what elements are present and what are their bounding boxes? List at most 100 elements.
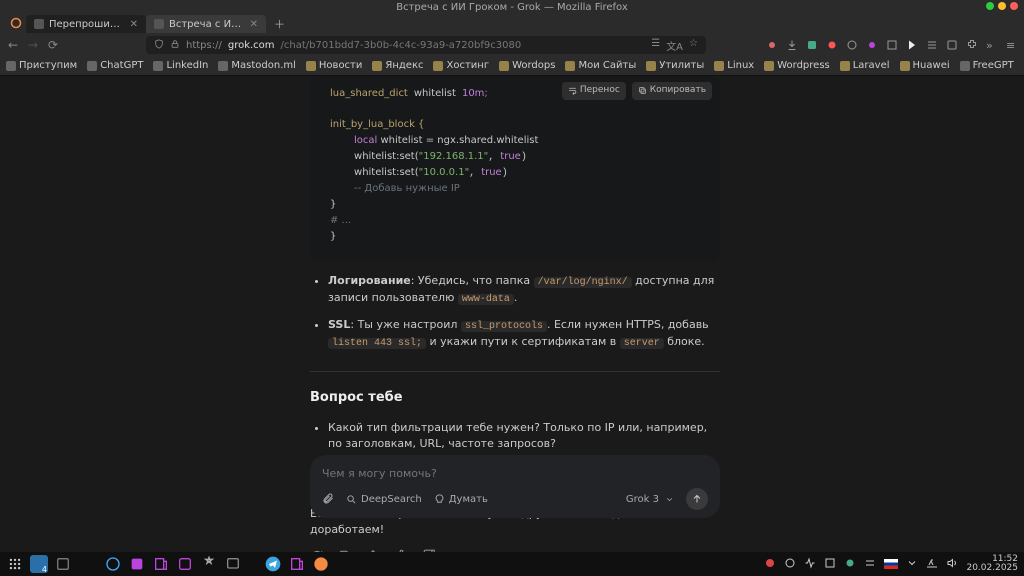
bookmark-label: Huawei — [913, 60, 950, 71]
code-content[interactable]: lua_shared_dict whitelist 10m; init_by_l… — [310, 80, 720, 251]
telegram-icon[interactable] — [264, 555, 282, 573]
taskbar-app-icon[interactable] — [104, 555, 122, 573]
bookmark-label: LinkedIn — [166, 60, 208, 71]
ext-icon[interactable] — [886, 39, 898, 51]
ext-icon[interactable] — [906, 39, 918, 51]
tab-1[interactable]: Встреча с ИИ Гроком - Gr ✕ — [146, 15, 266, 33]
app-menu-icon[interactable]: ≡ — [1006, 39, 1018, 51]
bookmark-favicon — [960, 61, 970, 71]
ext-icon[interactable] — [826, 39, 838, 51]
send-button[interactable] — [686, 488, 708, 510]
bookmark-favicon — [714, 61, 724, 71]
bookmark-item[interactable]: Утилиты — [646, 60, 704, 71]
tab-close-icon[interactable]: ✕ — [250, 19, 258, 30]
ext-icon[interactable] — [926, 39, 938, 51]
bookmark-item[interactable]: Wordpress — [764, 60, 830, 71]
tray-icon[interactable] — [864, 557, 876, 572]
tray-icon[interactable] — [764, 557, 776, 572]
tab-favicon — [154, 19, 164, 29]
deepsearch-chip[interactable]: DeepSearch — [346, 494, 422, 505]
keyboard-layout-icon[interactable] — [884, 559, 898, 569]
taskbar-app-icon[interactable] — [152, 555, 170, 573]
bookmark-item[interactable]: Приступим — [6, 60, 77, 71]
tab-label: Перепрошивка Caterpilla — [49, 19, 125, 30]
bookmark-star-icon[interactable]: ☆ — [689, 38, 698, 53]
composer-input[interactable] — [322, 463, 708, 488]
tab-favicon — [34, 19, 44, 29]
bookmark-item[interactable]: Laravel — [840, 60, 890, 71]
copy-button[interactable]: Копировать — [632, 82, 712, 100]
volume-icon[interactable] — [946, 557, 958, 572]
bookmark-label: Мои Сайты — [578, 60, 636, 71]
ext-icon[interactable] — [766, 39, 778, 51]
url-protocol: https:// — [186, 40, 222, 51]
firefox-icon[interactable] — [312, 555, 330, 573]
extensions-icon[interactable] — [966, 39, 978, 51]
bookmark-item[interactable]: LinkedIn — [153, 60, 208, 71]
lock-icon[interactable] — [170, 39, 180, 52]
bookmark-item[interactable]: FreeGPT — [960, 60, 1014, 71]
back-button[interactable]: ← — [6, 38, 20, 52]
new-tab-button[interactable]: ＋ — [266, 16, 293, 32]
list-item: Логирование: Убедись, что папка /var/log… — [328, 273, 720, 307]
shield-icon[interactable] — [154, 39, 164, 52]
tray-icon[interactable] — [824, 557, 836, 572]
reload-button[interactable]: ⟳ — [46, 38, 60, 52]
tab-0[interactable]: Перепрошивка Caterpilla ✕ — [26, 15, 146, 33]
taskbar-app-icon[interactable] — [224, 555, 242, 573]
os-taskbar: 4 11:52 20.02.2025 — [0, 552, 1024, 576]
clock[interactable]: 11:52 20.02.2025 — [966, 555, 1018, 573]
ext-icon[interactable] — [866, 39, 878, 51]
divider — [310, 371, 720, 372]
window-controls[interactable] — [986, 2, 1018, 10]
bookmark-item[interactable]: Мои Сайты — [565, 60, 636, 71]
tab-close-icon[interactable]: ✕ — [130, 19, 138, 30]
tray-icon[interactable] — [804, 557, 816, 572]
firefox-menu-icon[interactable] — [6, 17, 26, 32]
download-icon[interactable] — [786, 39, 798, 51]
bookmark-item[interactable]: Huawei — [900, 60, 950, 71]
bookmark-item[interactable]: Linux — [714, 60, 754, 71]
network-icon[interactable] — [926, 557, 938, 572]
tray-icon[interactable] — [784, 557, 796, 572]
bookmark-label: Wordpress — [777, 60, 830, 71]
overflow-icon[interactable]: » — [986, 39, 998, 51]
apps-icon[interactable] — [6, 555, 24, 573]
forward-button[interactable]: → — [26, 38, 40, 52]
bookmark-favicon — [565, 61, 575, 71]
taskbar-app-icon[interactable] — [128, 555, 146, 573]
bookmark-favicon — [764, 61, 774, 71]
taskbar-app-icon[interactable] — [200, 555, 218, 573]
address-bar[interactable]: https://grok.com/chat/b701bdd7-3b0b-4c4c… — [146, 36, 706, 54]
tray-icon[interactable] — [906, 557, 918, 572]
model-selector[interactable]: Grok 3 — [626, 494, 674, 505]
bookmark-favicon — [6, 61, 16, 71]
think-chip[interactable]: Думать — [434, 494, 488, 505]
tab-label: Встреча с ИИ Гроком - Gr — [169, 19, 245, 30]
bookmark-item[interactable]: Новости — [306, 60, 362, 71]
bookmark-item[interactable]: Яндекс — [372, 60, 423, 71]
bookmark-favicon — [646, 61, 656, 71]
bookmark-favicon — [218, 61, 228, 71]
bookmark-item[interactable]: ChatGPT — [87, 60, 143, 71]
maximize-icon[interactable] — [998, 2, 1006, 10]
bookmark-label: Wordops — [512, 60, 555, 71]
taskbar-app-icon[interactable] — [176, 555, 194, 573]
bookmark-item[interactable]: Mastodon.ml — [218, 60, 296, 71]
reader-icon[interactable]: ☰ — [651, 38, 660, 53]
browser-toolbar: ← → ⟳ https://grok.com/chat/b701bdd7-3b0… — [0, 34, 1024, 56]
wrap-button[interactable]: Перенос — [562, 82, 626, 100]
taskbar-app-icon[interactable] — [288, 555, 306, 573]
translate-icon[interactable]: 文A — [666, 38, 683, 53]
bookmark-item[interactable]: Хостинг — [433, 60, 489, 71]
taskbar-app-icon[interactable] — [54, 555, 72, 573]
tray-icon[interactable] — [844, 557, 856, 572]
ext-icon[interactable] — [946, 39, 958, 51]
ext-icon[interactable] — [846, 39, 858, 51]
workspace-icon[interactable]: 4 — [30, 555, 48, 573]
bookmark-item[interactable]: Wordops — [499, 60, 555, 71]
close-icon[interactable] — [1010, 2, 1018, 10]
attach-icon[interactable] — [322, 492, 334, 507]
minimize-icon[interactable] — [986, 2, 994, 10]
ext-icon[interactable] — [806, 39, 818, 51]
